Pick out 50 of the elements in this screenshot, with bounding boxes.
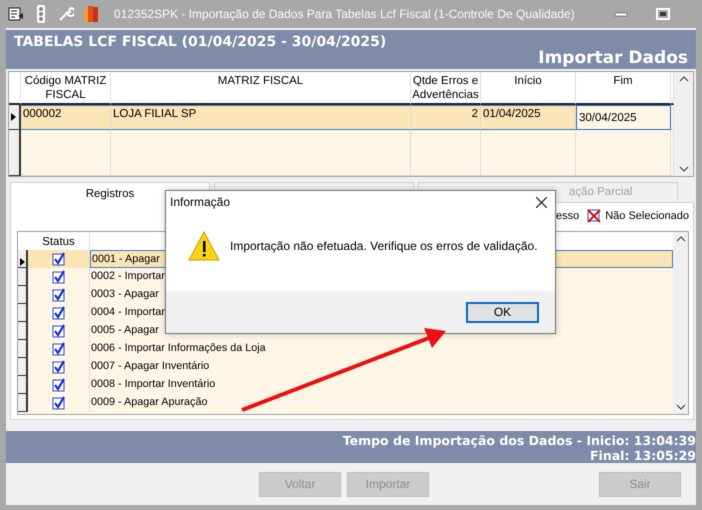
form-icon[interactable]: [8, 6, 24, 22]
window-title: 012352SPK - Importação de Dados Para Tabelas Lcf Fiscal (1-Controle De Qualidade): [114, 6, 576, 21]
legend-label: Não Selecionado: [605, 210, 689, 222]
restore-icon[interactable]: [656, 6, 670, 21]
row-header[interactable]: [18, 286, 28, 304]
row-header[interactable]: [18, 358, 28, 376]
table-cell: 30/04/2025: [576, 104, 671, 130]
table-cell: 2: [411, 104, 481, 130]
step-label[interactable]: 0003 - Apagar: [90, 286, 160, 302]
close-icon[interactable]: [536, 196, 547, 208]
scroll-up-icon[interactable]: [676, 236, 686, 242]
scroll-down-icon[interactable]: [678, 166, 688, 172]
row-header[interactable]: [18, 394, 28, 412]
step-label[interactable]: 0007 - Apagar Inventário: [90, 358, 210, 374]
traffic-light-icon[interactable]: [34, 4, 48, 23]
step-label[interactable]: 0005 - Apagar: [90, 322, 160, 338]
scroll-down-icon[interactable]: [676, 404, 686, 410]
table-cell: 01/04/2025: [481, 104, 576, 130]
row-header[interactable]: [9, 130, 21, 176]
scroll-up-icon[interactable]: [678, 76, 688, 82]
row-pointer-icon: [11, 112, 16, 121]
header-title: TABELAS LCF FISCAL (01/04/2025 - 30/04/2025): [14, 34, 388, 50]
ok-button[interactable]: OK: [466, 302, 539, 322]
warning-icon: [188, 231, 220, 261]
crossed-checkbox-icon: [587, 209, 602, 224]
row-header[interactable]: [18, 322, 28, 340]
table-cell: 000002: [21, 104, 111, 130]
row-header[interactable]: [18, 304, 28, 322]
import-end-time: Final: 13:05:29: [589, 448, 696, 464]
legend-label: esso: [556, 210, 580, 222]
row-header[interactable]: [18, 250, 28, 268]
step-label[interactable]: 0006 - Importar Informações da Loja: [90, 340, 267, 356]
column-header: Código MATRIZ FISCAL: [21, 72, 111, 105]
table-cell: LOJA FILIAL SP: [111, 104, 411, 130]
dialog-message: Importação não efetuada. Verifique os erros de validação.: [230, 239, 538, 253]
column-header: Qtde Erros e Advertências: [411, 72, 481, 105]
row-header[interactable]: [18, 268, 28, 286]
column-header: MATRIZ FISCAL: [111, 72, 411, 105]
row-header[interactable]: [18, 376, 28, 394]
row-header[interactable]: [9, 104, 21, 130]
step-label[interactable]: 0002 - Importar: [90, 268, 166, 284]
column-header: Início: [481, 72, 576, 105]
step-label[interactable]: 0008 - Importar Inventário: [90, 376, 216, 392]
header-subtitle: Importar Dados: [537, 48, 688, 68]
step-label[interactable]: 0004 - Importar: [90, 304, 166, 320]
step-label[interactable]: 0009 - Apagar Apuração: [90, 394, 208, 410]
import-start-time: Tempo de Importação dos Dados - Inicio: 13:04:39: [342, 433, 696, 448]
row-pointer-icon: [20, 258, 25, 266]
row-header[interactable]: [18, 340, 28, 358]
column-header: Fim: [576, 72, 671, 105]
